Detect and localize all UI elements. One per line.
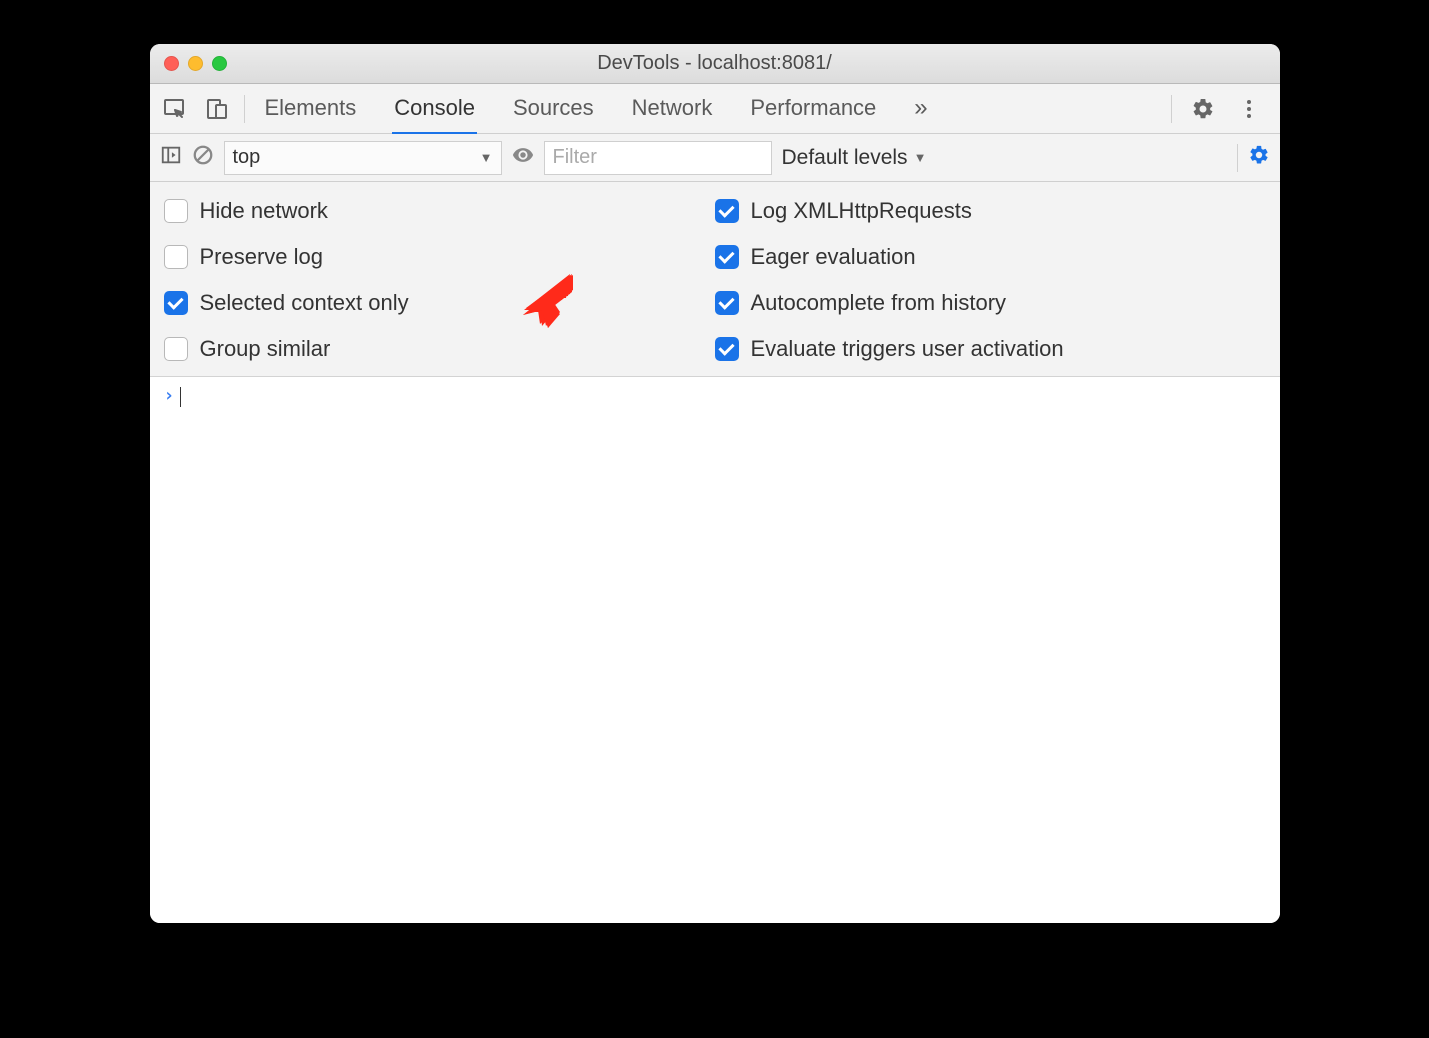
option-label: Selected context only	[200, 290, 409, 316]
option-group-similar[interactable]: Group similar	[164, 336, 715, 362]
toolbar-right	[1171, 94, 1270, 124]
checkbox-group-similar[interactable]	[164, 337, 188, 361]
toolbar-divider	[1171, 95, 1172, 123]
checkbox-evaluate-triggers-user-activation[interactable]	[715, 337, 739, 361]
option-hide-network[interactable]: Hide network	[164, 198, 715, 224]
tab-performance[interactable]: Performance	[748, 83, 878, 135]
execution-context-value: top	[233, 146, 261, 169]
kebab-menu-icon[interactable]	[1234, 94, 1264, 124]
option-autocomplete-from-history[interactable]: Autocomplete from history	[715, 290, 1266, 316]
console-settings-panel: Hide network Preserve log Selected conte…	[150, 182, 1280, 377]
console-settings-icon[interactable]	[1248, 144, 1270, 172]
tabs-overflow-button[interactable]: »	[912, 82, 929, 136]
checkbox-hide-network[interactable]	[164, 199, 188, 223]
console-filter-bar: top ▼ Default levels ▼	[150, 134, 1280, 182]
console-prompt-icon: ›	[164, 385, 175, 915]
devtools-window: DevTools - localhost:8081/ Elements Cons…	[150, 44, 1280, 923]
options-col-right: Log XMLHttpRequests Eager evaluation Aut…	[715, 192, 1266, 362]
option-label: Eager evaluation	[751, 244, 916, 270]
option-selected-context-only[interactable]: Selected context only	[164, 290, 715, 316]
log-levels-selector[interactable]: Default levels ▼	[782, 146, 927, 170]
tab-elements[interactable]: Elements	[263, 83, 359, 135]
gear-icon[interactable]	[1188, 94, 1218, 124]
toolbar-divider	[244, 95, 245, 123]
panel-tabs: Elements Console Sources Network Perform…	[263, 82, 1159, 136]
toggle-console-sidebar-icon[interactable]	[160, 144, 182, 172]
option-label: Hide network	[200, 198, 328, 224]
tab-network[interactable]: Network	[630, 83, 715, 135]
execution-context-selector[interactable]: top ▼	[224, 141, 502, 175]
options-col-left: Hide network Preserve log Selected conte…	[164, 192, 715, 362]
option-label: Autocomplete from history	[751, 290, 1007, 316]
filter-input-wrap[interactable]	[544, 141, 772, 175]
inspect-element-icon[interactable]	[160, 94, 190, 124]
option-log-xmlhttprequests[interactable]: Log XMLHttpRequests	[715, 198, 1266, 224]
minimize-window-button[interactable]	[188, 56, 203, 71]
zoom-window-button[interactable]	[212, 56, 227, 71]
checkbox-eager-evaluation[interactable]	[715, 245, 739, 269]
checkbox-selected-context-only[interactable]	[164, 291, 188, 315]
toggle-device-toolbar-icon[interactable]	[202, 94, 232, 124]
main-toolbar: Elements Console Sources Network Perform…	[150, 84, 1280, 134]
titlebar: DevTools - localhost:8081/	[150, 44, 1280, 84]
clear-console-icon[interactable]	[192, 144, 214, 172]
toolbar-divider	[1237, 144, 1238, 172]
console-caret	[180, 387, 181, 407]
option-preserve-log[interactable]: Preserve log	[164, 244, 715, 270]
tab-sources[interactable]: Sources	[511, 83, 596, 135]
option-label: Log XMLHttpRequests	[751, 198, 972, 224]
checkbox-autocomplete-from-history[interactable]	[715, 291, 739, 315]
checkbox-log-xmlhttprequests[interactable]	[715, 199, 739, 223]
live-expression-icon[interactable]	[512, 144, 534, 172]
checkbox-preserve-log[interactable]	[164, 245, 188, 269]
option-evaluate-triggers-user-activation[interactable]: Evaluate triggers user activation	[715, 336, 1266, 362]
console-output[interactable]: ›	[150, 377, 1280, 923]
log-levels-label: Default levels	[782, 146, 908, 170]
option-eager-evaluation[interactable]: Eager evaluation	[715, 244, 1266, 270]
option-label: Preserve log	[200, 244, 324, 270]
chevron-down-icon: ▼	[914, 150, 927, 165]
console-filter-input[interactable]	[553, 146, 763, 169]
chevron-down-icon: ▼	[480, 150, 493, 165]
close-window-button[interactable]	[164, 56, 179, 71]
option-label: Group similar	[200, 336, 331, 362]
option-label: Evaluate triggers user activation	[751, 336, 1064, 362]
traffic-lights	[150, 56, 227, 71]
window-title: DevTools - localhost:8081/	[150, 52, 1280, 75]
tab-console[interactable]: Console	[392, 83, 477, 135]
